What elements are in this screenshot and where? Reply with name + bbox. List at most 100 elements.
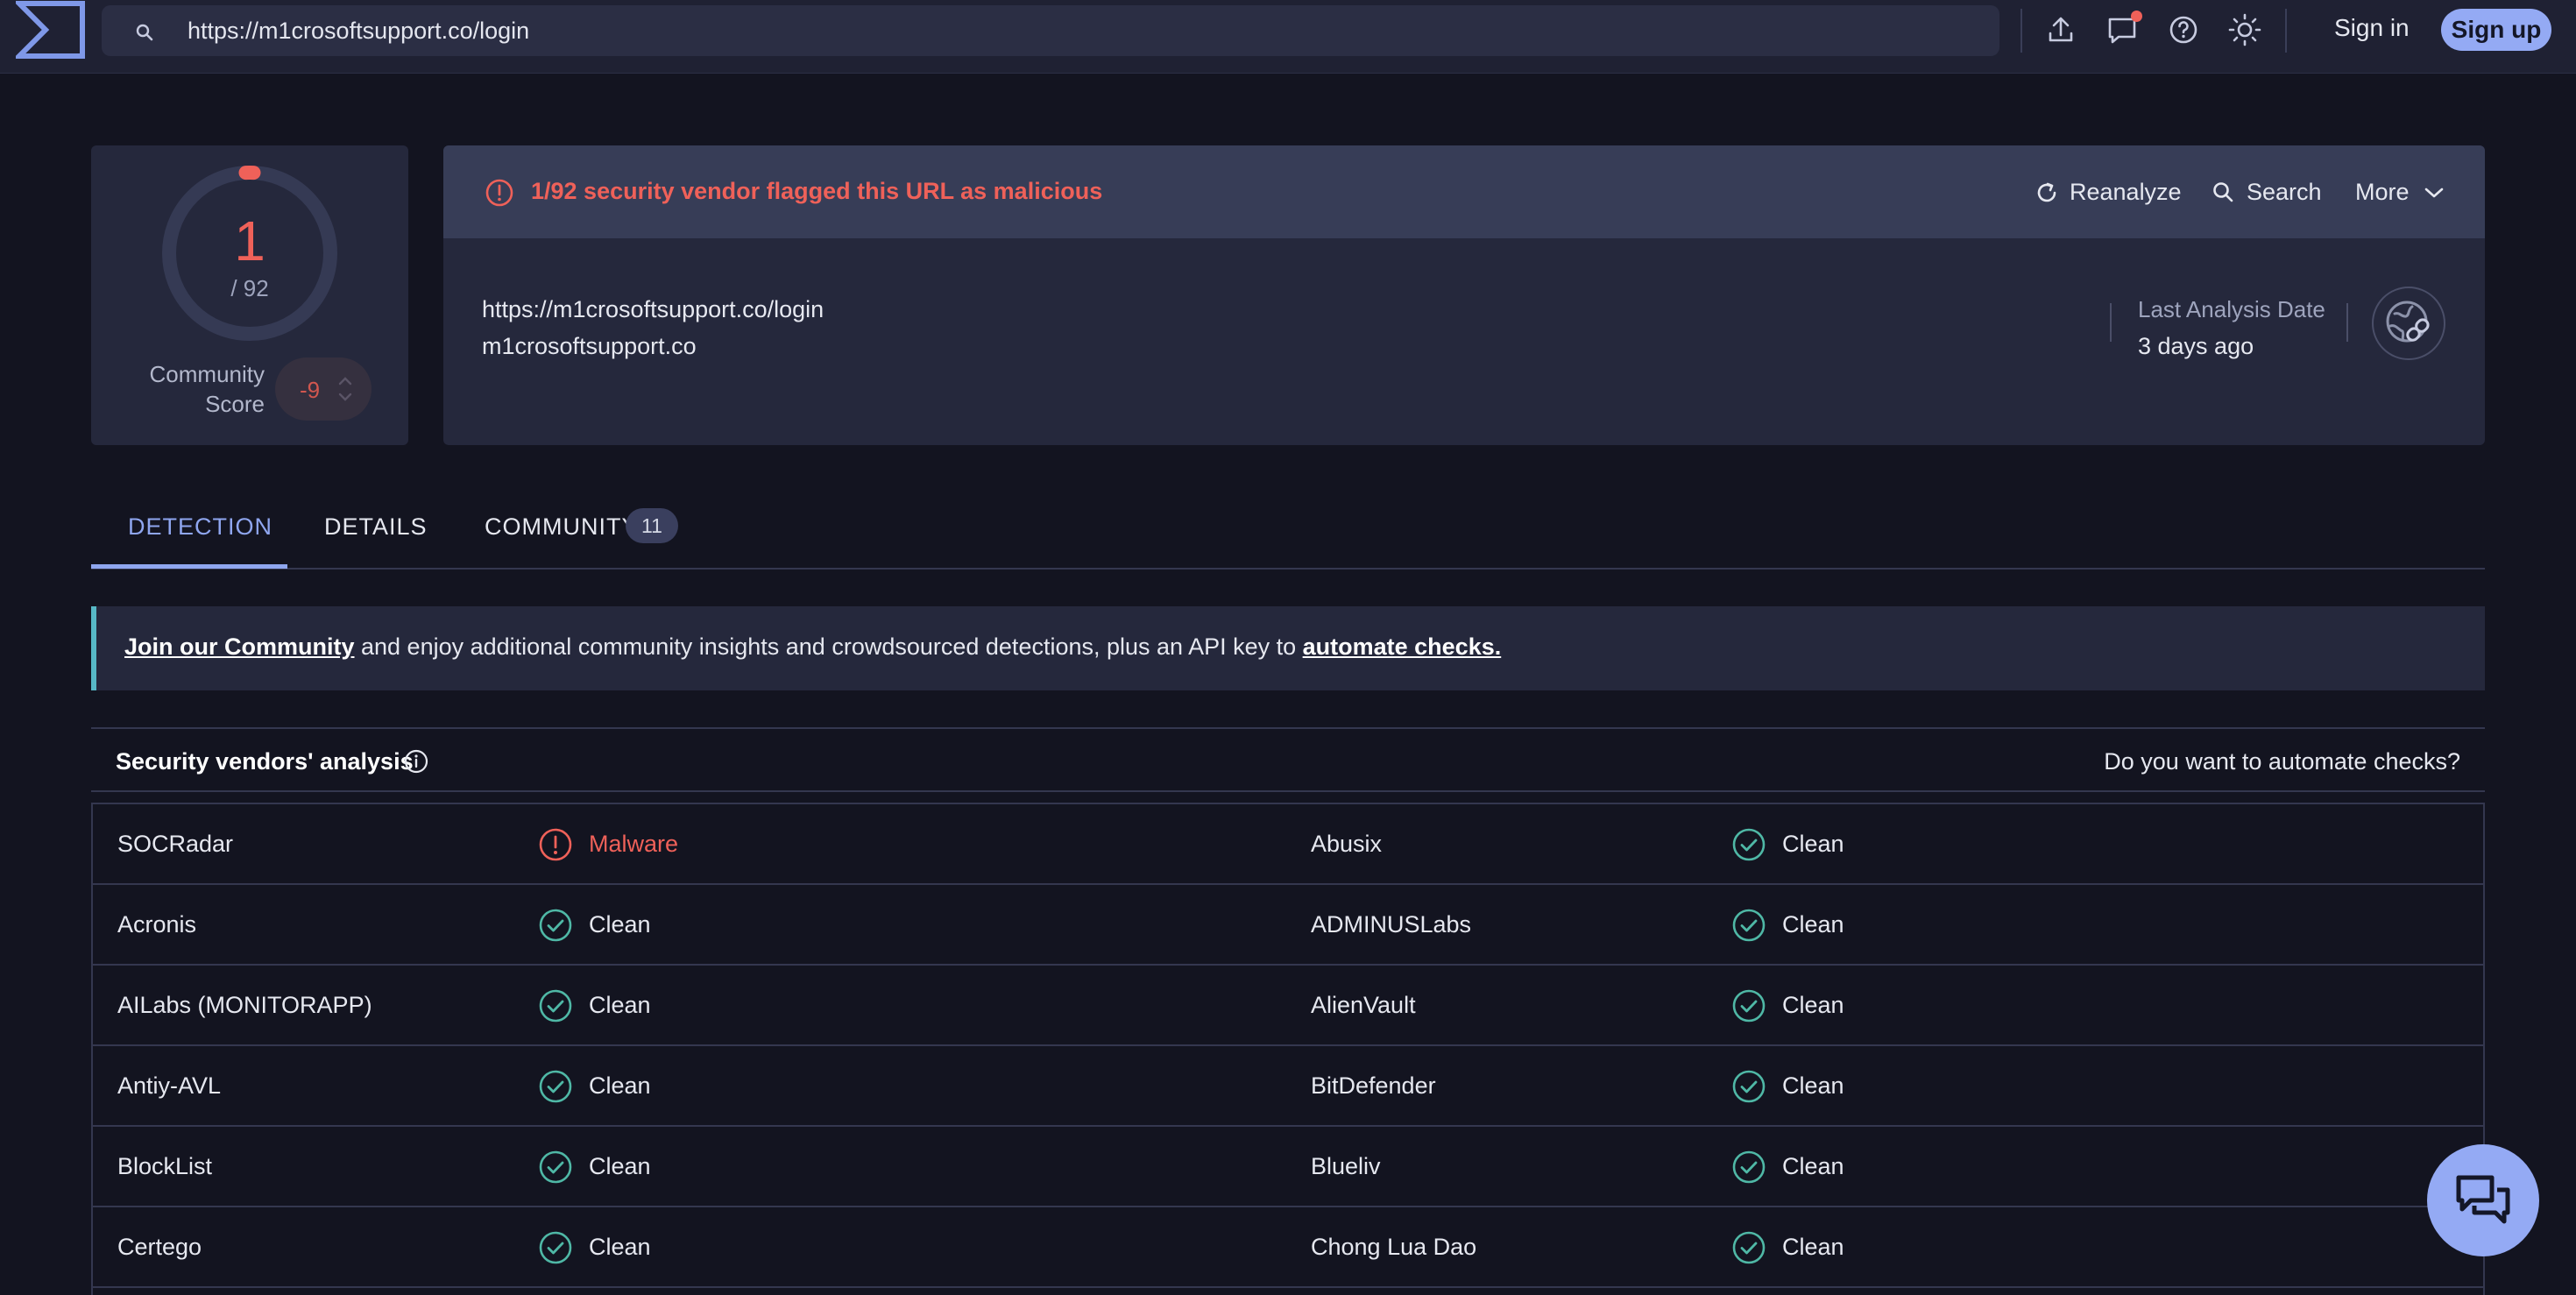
- vendor-name: Chong Lua Dao: [1311, 1234, 1477, 1260]
- vendor-name: BitDefender: [1311, 1072, 1436, 1099]
- vendor-name: BlockList: [117, 1153, 213, 1179]
- analyzed-domain[interactable]: m1crosoftsupport.co: [482, 333, 697, 360]
- vendors-table: SOCRadar Malware Abusix Clean Acronis Clean AD…: [91, 803, 2485, 1295]
- check-circle-icon: [539, 1231, 572, 1264]
- banner-text: Join our Community and enjoy additional …: [124, 633, 1501, 661]
- vendor-verdict: Clean: [1782, 911, 1844, 938]
- chat-icon: [2456, 1175, 2510, 1224]
- vendor-verdict: Clean: [1782, 1072, 1844, 1099]
- virustotal-logo[interactable]: [16, 0, 86, 60]
- analyzed-url: https://m1crosoftsupport.co/login: [482, 296, 824, 322]
- check-circle-icon: [1732, 1070, 1766, 1103]
- globe-link-icon[interactable]: [2371, 286, 2446, 361]
- table-row: Certego Clean Chong Lua Dao Clean: [93, 1207, 2483, 1288]
- sign-in-link[interactable]: Sign in: [2334, 14, 2410, 42]
- search-bar[interactable]: https://m1crosoftsupport.co/login: [102, 5, 1999, 56]
- check-circle-icon: [1732, 1231, 1766, 1264]
- malicious-count: 1: [234, 209, 265, 272]
- alert-circle-icon: [539, 828, 572, 861]
- check-circle-icon: [539, 909, 572, 942]
- table-row: Acronis Clean ADMINUSLabs Clean: [93, 885, 2483, 966]
- check-circle-icon: [539, 1150, 572, 1184]
- check-circle-icon: [1732, 909, 1766, 942]
- report-tabs: DETECTION DETAILS COMMUNITY 11: [91, 491, 2485, 570]
- sun-icon[interactable]: [2227, 12, 2262, 47]
- automate-checks-prompt[interactable]: Do you want to automate checks?: [2104, 748, 2460, 775]
- search-label: Search: [2247, 179, 2322, 205]
- check-circle-icon: [1732, 1150, 1766, 1184]
- more-dropdown[interactable]: More: [2355, 175, 2452, 210]
- table-row: BlockList Clean Blueliv Clean: [93, 1127, 2483, 1207]
- vendor-verdict: Clean: [589, 1234, 651, 1260]
- info-icon[interactable]: [403, 748, 429, 775]
- vendor-name: AILabs (MONITORAPP): [117, 992, 372, 1018]
- alert-bar: 1/92 security vendor flagged this URL as…: [443, 145, 2485, 238]
- vendor-name: Antiy-AVL: [117, 1072, 222, 1099]
- vendor-verdict: Clean: [1782, 992, 1844, 1018]
- url-info-card: 1/92 security vendor flagged this URL as…: [443, 145, 2485, 445]
- chat-support-button[interactable]: [2427, 1144, 2539, 1256]
- vendor-verdict: Clean: [589, 1072, 651, 1099]
- top-bar: https://m1crosoftsupport.co/login Sign i…: [0, 0, 2576, 74]
- vendor-name: Blueliv: [1311, 1153, 1381, 1179]
- active-tab-indicator: [91, 564, 287, 569]
- table-row: SOCRadar Malware Abusix Clean: [93, 804, 2483, 885]
- vendor-verdict: Malware: [589, 831, 679, 857]
- divider: [2110, 303, 2112, 342]
- community-count-badge: 11: [626, 508, 678, 543]
- check-circle-icon: [1732, 989, 1766, 1023]
- vendor-name: SOCRadar: [117, 831, 234, 857]
- detection-score-card: 1 / 92 Community Score -9: [91, 145, 408, 445]
- help-icon[interactable]: [2166, 12, 2201, 47]
- search-input[interactable]: https://m1crosoftsupport.co/login: [188, 18, 529, 45]
- divider: [2346, 303, 2348, 342]
- search-button[interactable]: Search: [2212, 175, 2325, 210]
- last-analysis-label: Last Analysis Date: [2138, 296, 2325, 322]
- alert-message: 1/92 security vendor flagged this URL as…: [531, 178, 1103, 204]
- vendor-verdict: Clean: [1782, 831, 1844, 857]
- check-circle-icon: [539, 989, 572, 1023]
- automate-checks-link[interactable]: automate checks.: [1303, 633, 1502, 660]
- downvote-icon[interactable]: [338, 393, 352, 401]
- tab-details[interactable]: DETAILS: [324, 513, 428, 541]
- chevron-down-icon: [2424, 188, 2444, 198]
- table-row: Antiy-AVL Clean BitDefender Clean: [93, 1046, 2483, 1127]
- tab-community[interactable]: COMMUNITY: [485, 513, 638, 541]
- community-score-value: -9: [300, 377, 321, 403]
- vendor-verdict: Clean: [1782, 1153, 1844, 1179]
- vendor-verdict: Clean: [589, 992, 651, 1018]
- reanalyze-label: Reanalyze: [2070, 179, 2182, 205]
- vendor-name: ADMINUSLabs: [1311, 911, 1472, 938]
- vendors-header: Security vendors' analysis Do you want t…: [91, 727, 2485, 792]
- community-banner: Join our Community and enjoy additional …: [91, 606, 2485, 690]
- total-engines: / 92: [230, 275, 269, 301]
- divider: [2285, 9, 2287, 53]
- divider: [2020, 9, 2022, 53]
- upload-icon[interactable]: [2043, 12, 2078, 47]
- alert-circle-icon: [485, 179, 513, 207]
- sign-up-button[interactable]: Sign up: [2441, 9, 2551, 51]
- vendor-name: Abusix: [1311, 831, 1383, 857]
- reanalyze-button[interactable]: Reanalyze: [2035, 175, 2183, 210]
- vendor-name: Certego: [117, 1234, 202, 1260]
- search-icon: [2213, 182, 2233, 202]
- vendor-name: AlienVault: [1311, 992, 1416, 1018]
- upvote-icon[interactable]: [338, 377, 352, 386]
- community-score-label: Community Score: [149, 361, 265, 417]
- vendor-verdict: Clean: [589, 1153, 651, 1179]
- search-icon: [136, 24, 153, 41]
- check-circle-icon: [539, 1070, 572, 1103]
- vendor-verdict: Clean: [589, 911, 651, 938]
- vendor-name: Acronis: [117, 911, 197, 938]
- notification-dot: [2131, 11, 2142, 22]
- more-label: More: [2355, 179, 2410, 205]
- last-analysis-value: 3 days ago: [2138, 333, 2254, 359]
- refresh-icon: [2037, 182, 2056, 202]
- vendor-verdict: Clean: [1782, 1234, 1844, 1260]
- check-circle-icon: [1732, 828, 1766, 861]
- table-row: AILabs (MONITORAPP) Clean AlienVault Clean: [93, 966, 2483, 1046]
- banner-middle-text: and enjoy additional community insights …: [354, 633, 1303, 660]
- community-score-pill: -9: [275, 357, 372, 421]
- tab-detection[interactable]: DETECTION: [128, 513, 272, 541]
- join-community-link[interactable]: Join our Community: [124, 633, 355, 660]
